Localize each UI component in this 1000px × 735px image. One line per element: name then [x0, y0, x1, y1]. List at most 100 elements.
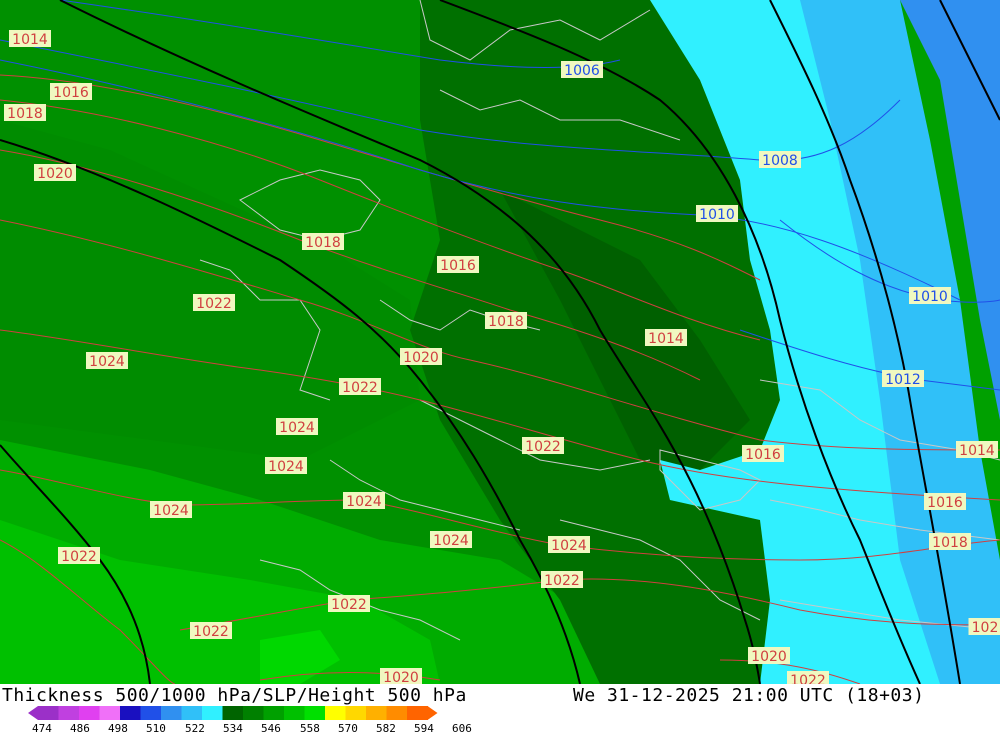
- isobar-label: 1020: [380, 668, 422, 684]
- legend-arrow-left: [28, 706, 38, 720]
- legend-swatch: [387, 706, 408, 720]
- isobar-label-text: 1022: [544, 573, 580, 589]
- isobar-label-text: 1014: [648, 331, 684, 347]
- isobar-label-text: 1022: [331, 597, 367, 613]
- legend-swatch: [202, 706, 223, 720]
- isobar-label: 1022: [541, 571, 583, 589]
- isobar-label: 1006: [561, 61, 603, 79]
- isobar-label: 1018: [485, 312, 527, 330]
- legend-swatch: [141, 706, 162, 720]
- legend-swatch: [284, 706, 305, 720]
- isobar-label: 1016: [50, 83, 92, 101]
- legend-tick: 474: [32, 722, 52, 735]
- isobar-label-text: 1018: [488, 314, 524, 330]
- isobar-label-text: 1022: [196, 296, 232, 312]
- isobar-label: 1016: [437, 256, 479, 274]
- isobar-label-text: 1006: [564, 63, 600, 79]
- isobar-label: 1022: [522, 437, 564, 455]
- isobar-label-text: 1014: [12, 32, 48, 48]
- legend-swatch: [325, 706, 346, 720]
- isobar-label-text: 1024: [346, 494, 382, 510]
- isobar-label-text: 1018: [305, 235, 341, 251]
- isobar-label: 1022: [328, 595, 370, 613]
- legend-tick: 522: [185, 722, 205, 735]
- isobar-label: 1014: [645, 329, 687, 347]
- legend-swatch: [305, 706, 326, 720]
- isobar-label: 1020: [34, 164, 76, 182]
- isobar-label: 1022: [339, 378, 381, 396]
- isobar-label-text: 1008: [762, 153, 798, 169]
- isobar-label: 1012: [882, 370, 924, 388]
- isobar-label-text: 1016: [53, 85, 89, 101]
- isobar-label: 1022: [190, 622, 232, 640]
- isobar-label-text: 1012: [885, 372, 921, 388]
- isobar-label-text: 1024: [551, 538, 587, 554]
- legend-swatch: [59, 706, 80, 720]
- isobar-label-text: 1022: [193, 624, 229, 640]
- isobar-label-text: 102: [972, 620, 999, 636]
- isobar-label: 1016: [742, 445, 784, 463]
- legend-tick: 498: [108, 722, 128, 735]
- legend-swatch: [366, 706, 387, 720]
- isobar-label: 1014: [9, 30, 51, 48]
- isobar-label-text: 1024: [279, 420, 315, 436]
- isobar-label: 1024: [86, 352, 128, 370]
- isobar-label: 1020: [400, 348, 442, 366]
- isobar-label-text: 1024: [268, 459, 304, 475]
- isobar-label: 1010: [909, 287, 951, 305]
- legend-tick: 606: [452, 722, 472, 735]
- legend-tick: 558: [300, 722, 320, 735]
- isobar-label-text: 1020: [37, 166, 73, 182]
- isobar-label: 1024: [150, 501, 192, 519]
- legend-swatch: [264, 706, 285, 720]
- legend-swatch: [79, 706, 100, 720]
- legend-tick: 546: [261, 722, 281, 735]
- weather-map: 1014 1016 1018 1020 1006 1008 1010 1018 1016 1022…: [0, 0, 1000, 684]
- isobar-label: 1020: [748, 647, 790, 665]
- isobar-label: 1008: [759, 151, 801, 169]
- isobar-label-text: 1016: [440, 258, 476, 274]
- isobar-label-text: 1010: [699, 207, 735, 223]
- isobar-label-text: 1018: [932, 535, 968, 551]
- isobar-label: 1024: [430, 531, 472, 549]
- isobar-label-text: 1024: [433, 533, 469, 549]
- legend-tick: 510: [146, 722, 166, 735]
- isobar-label-text: 1016: [745, 447, 781, 463]
- legend-tick: 582: [376, 722, 396, 735]
- isobar-label-text: 1020: [751, 649, 787, 665]
- isobar-label-text: 1018: [7, 106, 43, 122]
- isobar-label-text: 1022: [61, 549, 97, 565]
- isobar-label: 1022: [193, 294, 235, 312]
- legend-swatch: [346, 706, 367, 720]
- isobar-label: 1018: [929, 533, 971, 551]
- isobar-label: 1022: [58, 547, 100, 565]
- legend-swatch: [243, 706, 264, 720]
- isobar-label-text: 1014: [959, 443, 995, 459]
- legend-tick: 486: [70, 722, 90, 735]
- legend-swatch: [120, 706, 141, 720]
- isobar-label: 1024: [343, 492, 385, 510]
- map-title: Thickness 500/1000 hPa/SLP/Height 500 hP…: [2, 685, 467, 706]
- legend-swatch: [161, 706, 182, 720]
- legend-swatch: [100, 706, 121, 720]
- isobar-label: 1018: [4, 104, 46, 122]
- legend-swatch: [182, 706, 203, 720]
- isobar-label: 1022: [787, 671, 829, 684]
- legend-arrow-right: [428, 706, 438, 720]
- isobar-label-text: 1024: [153, 503, 189, 519]
- isobar-label: 1018: [302, 233, 344, 251]
- legend-tick: 594: [414, 722, 434, 735]
- isobar-label: 1016: [924, 493, 966, 511]
- color-legend-bar: [28, 706, 478, 720]
- isobar-label-text: 1022: [525, 439, 561, 455]
- isobar-label-text: 1020: [403, 350, 439, 366]
- legend-swatch: [223, 706, 244, 720]
- isobar-label: 1024: [265, 457, 307, 475]
- isobar-label-text: 1022: [342, 380, 378, 396]
- isobar-label: 1024: [548, 536, 590, 554]
- isobar-label-text: 1010: [912, 289, 948, 305]
- isobar-label-text: 1016: [927, 495, 963, 511]
- legend-swatch: [38, 706, 59, 720]
- legend-tick: 534: [223, 722, 243, 735]
- isobar-label: 102: [969, 618, 1000, 636]
